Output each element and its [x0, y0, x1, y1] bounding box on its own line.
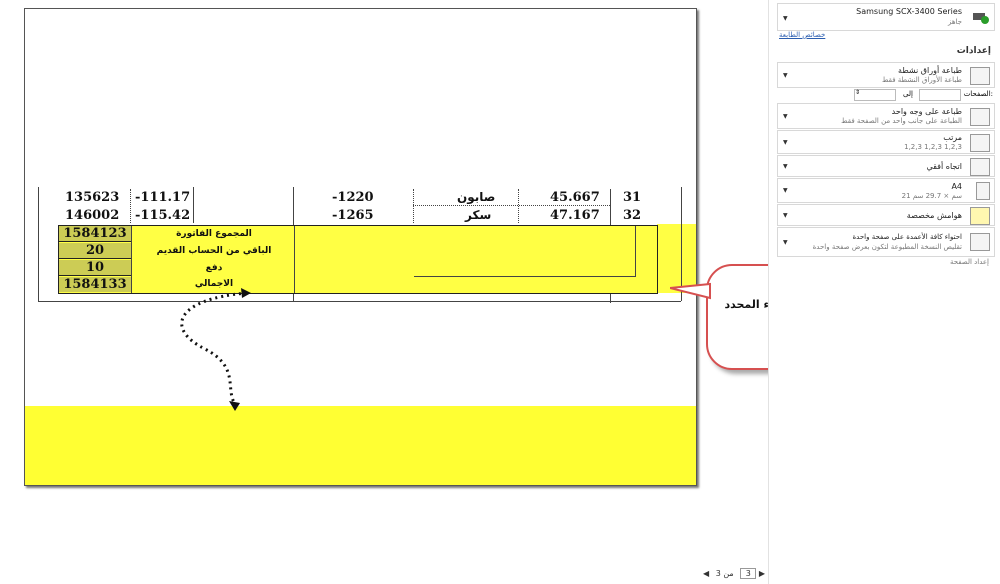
dropdown-icon: ▼	[783, 187, 788, 194]
spinner-icon[interactable]: ⇕	[855, 89, 860, 96]
printer-ready-icon	[972, 9, 990, 25]
row-diff: -111.17	[135, 190, 191, 205]
print-what-sub: طباعة الأوراق النشطة فقط	[882, 76, 962, 84]
summary-block: 1584123 20 10 1584133 المجموع الفاتورة ا…	[58, 225, 658, 294]
pages-to-input[interactable]	[919, 89, 961, 101]
one-sided-icon	[970, 108, 990, 126]
callout-pointer	[670, 282, 711, 300]
settings-heading: إعدادات	[956, 46, 991, 56]
sheet-icon	[970, 67, 990, 85]
page-of-label: من 3	[715, 569, 734, 578]
preview-page: 135623 -111.17 -1220 صابون 45.667 31 146…	[24, 8, 697, 486]
printer-selector[interactable]: ▼ Samsung SCX-3400 Series جاهز	[777, 3, 995, 31]
row-seq: 32	[623, 208, 642, 223]
landscape-icon	[970, 158, 990, 176]
page-setup-link[interactable]: إعداد الصفحة	[950, 258, 989, 266]
row-diff: -115.42	[135, 208, 191, 223]
printer-properties-link[interactable]: خصائص الطابعة	[779, 31, 825, 39]
prev-page-icon[interactable]: ◀	[703, 569, 709, 578]
row-value: 45.667	[550, 190, 600, 205]
orientation-selector[interactable]: ▼ اتجاه أفقي	[777, 155, 995, 177]
next-page-icon[interactable]: ▶	[759, 569, 765, 578]
row-amount: -1220	[332, 190, 374, 205]
pages-label: الصفحات:	[963, 90, 993, 98]
row-item: صابون	[457, 190, 496, 204]
grid-line	[130, 189, 131, 223]
summary-label: المجموع الفاتورة	[176, 229, 252, 239]
scaling-sub: تقليص النسخة المطبوعة لتكون بعرض صفحة وا…	[812, 243, 962, 251]
print-settings-panel: ▼ Samsung SCX-3400 Series جاهز خصائص الط…	[768, 0, 1000, 584]
print-what-title: طباعة أوراق نشطة	[898, 66, 962, 75]
dotted-arrow-icon	[180, 288, 251, 411]
grid-line	[413, 205, 610, 206]
sides-title: طباعة على وجه واحد	[891, 107, 962, 116]
highlight-band-bottom	[25, 406, 696, 485]
to-label: إلى	[903, 90, 913, 98]
margins-title: هوامش مخصصة	[906, 211, 962, 220]
dropdown-icon: ▼	[783, 72, 788, 79]
scaling-title: احتواء كافة الأعمدة على صفحة واحدة	[852, 233, 962, 241]
dropdown-icon: ▼	[783, 113, 788, 120]
fit-columns-icon	[970, 233, 990, 251]
margins-selector[interactable]: ▼ هوامش مخصصة	[777, 204, 995, 226]
paper-sub: 21 سم × 29.7 سم	[901, 192, 962, 200]
dropdown-icon: ▼	[783, 15, 788, 22]
table-border-left	[38, 187, 39, 301]
row-value: 47.167	[550, 208, 600, 223]
collate-selector[interactable]: ▼ مرتب 1,2,3 1,2,3 1,2,3	[777, 130, 995, 154]
collate-title: مرتب	[943, 133, 962, 142]
grid-line	[413, 189, 414, 223]
row-total: 146002	[65, 208, 120, 223]
sides-sub: الطباعة على جانب واحد من الصفحة فقط	[841, 117, 962, 125]
print-preview-area: 135623 -111.17 -1220 صابون 45.667 31 146…	[0, 0, 996, 584]
dropdown-icon: ▼	[783, 163, 788, 170]
table-border-bottom	[38, 301, 681, 302]
row-total: 135623	[65, 190, 120, 205]
grid-line	[635, 226, 636, 276]
paper-title: A4	[951, 182, 962, 191]
grid-line	[414, 276, 636, 277]
row-amount: -1265	[332, 208, 374, 223]
paper-size-selector[interactable]: ▼ A4 21 سم × 29.7 سم	[777, 178, 995, 203]
printer-status: جاهز	[947, 18, 962, 26]
summary-label: الباقي من الحساب القديم	[156, 246, 272, 256]
summary-label: دفع	[205, 263, 223, 273]
scaling-selector[interactable]: ▼ احتواء كافة الأعمدة على صفحة واحدة تقل…	[777, 227, 995, 257]
orientation-title: اتجاه أفقي	[926, 162, 962, 171]
dropdown-icon: ▼	[783, 212, 788, 219]
collate-sub: 1,2,3 1,2,3 1,2,3	[904, 143, 962, 151]
row-item: سكر	[465, 208, 492, 222]
current-page-input[interactable]: 3	[740, 568, 757, 579]
printer-name: Samsung SCX-3400 Series	[856, 7, 962, 16]
star-margins-icon	[970, 207, 990, 225]
pages-from-input[interactable]	[854, 89, 896, 101]
grid-line	[518, 189, 519, 223]
page-navigator: ◀ من 3 3 ▶	[703, 568, 765, 582]
sides-selector[interactable]: ▼ طباعة على وجه واحد الطباعة على جانب وا…	[777, 103, 995, 129]
paper-icon	[976, 182, 990, 200]
collated-icon	[970, 134, 990, 152]
dropdown-icon: ▼	[783, 239, 788, 246]
row-seq: 31	[623, 190, 642, 205]
dropdown-icon: ▼	[783, 139, 788, 146]
print-what-selector[interactable]: ▼ طباعة أوراق نشطة طباعة الأوراق النشطة …	[777, 62, 995, 88]
grid-line	[193, 187, 194, 223]
